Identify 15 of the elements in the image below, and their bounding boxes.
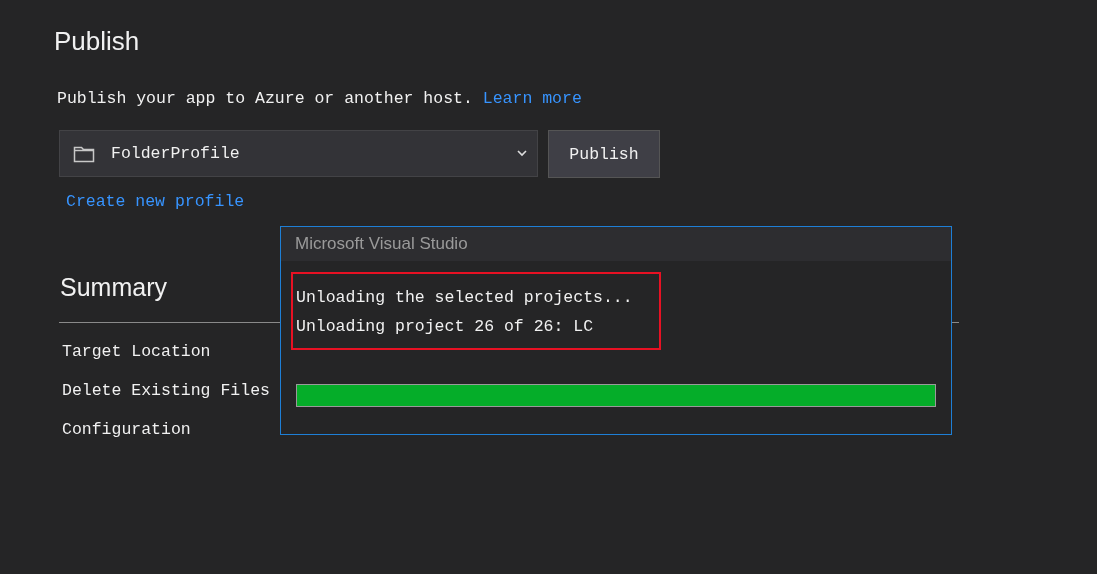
dialog-title: Microsoft Visual Studio bbox=[281, 227, 951, 261]
learn-more-link[interactable]: Learn more bbox=[482, 89, 582, 108]
folder-icon bbox=[73, 144, 95, 163]
publish-button[interactable]: Publish bbox=[548, 130, 660, 178]
section-title: Summary bbox=[60, 272, 167, 303]
page-title: Publish bbox=[54, 25, 141, 58]
chevron-down-icon bbox=[517, 150, 527, 157]
summary-label: Configuration bbox=[62, 419, 192, 441]
create-profile-link[interactable]: Create new profile bbox=[66, 191, 245, 213]
summary-label: Delete Existing Files bbox=[62, 380, 271, 402]
status-text: Unloading the selected projects... bbox=[296, 287, 634, 309]
status-text: Unloading project 26 of 26: LC bbox=[296, 316, 595, 338]
profile-dropdown[interactable]: FolderProfile bbox=[59, 130, 538, 177]
description-text: Publish your app to Azure or another host. Learn more bbox=[57, 88, 583, 110]
summary-label: Target Location bbox=[62, 341, 212, 363]
